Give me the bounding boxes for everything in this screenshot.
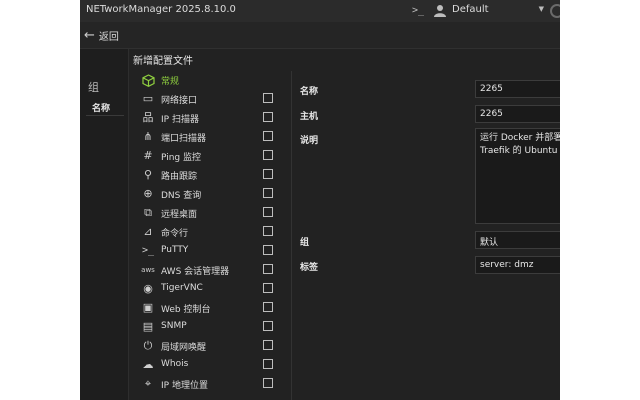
enable-checkbox[interactable] <box>263 207 273 217</box>
ping-monitor-icon: # <box>143 149 153 162</box>
nav-item-ip-scanner[interactable]: 品 IP 扫描器 <box>137 109 287 128</box>
dns-lookup-icon: ⊕ <box>143 187 153 200</box>
nav-item-snmp[interactable]: ▤ SNMP <box>137 318 287 337</box>
group-dropdown[interactable]: 默认 <box>475 231 560 249</box>
snmp-icon: ▤ <box>142 320 154 333</box>
nav-item-label: DNS 查询 <box>161 191 202 201</box>
enable-checkbox[interactable] <box>263 359 273 369</box>
app-window: NETworkManager 2025.8.10.0 >_ Default ▼ … <box>80 0 560 400</box>
nav-item-general[interactable]: 常规 <box>137 71 287 90</box>
map-icon: ⌖ <box>144 377 152 390</box>
powershell-icon: ⊿ <box>143 225 153 238</box>
host-label: 主机 <box>300 112 319 122</box>
profile-dropdown-value: Default <box>452 4 489 15</box>
host-field[interactable]: 2265 <box>475 105 560 123</box>
network-interface-icon: ▭ <box>142 92 154 105</box>
user-icon <box>434 5 446 17</box>
enable-checkbox[interactable] <box>263 321 273 331</box>
traceroute-icon: ⚲ <box>143 168 153 181</box>
settings-icon[interactable] <box>550 4 560 18</box>
nav-item-tigervnc[interactable]: ◉ TigerVNC <box>137 280 287 299</box>
enable-checkbox[interactable] <box>263 226 273 236</box>
general-settings-form: 名称 2265 主机 2265 说明 运行 Docker 并部署 Traefik… <box>292 71 560 400</box>
toolbar: ← 返回 <box>80 22 560 49</box>
enable-checkbox[interactable] <box>263 340 273 350</box>
nav-item-whois[interactable]: ☁ Whois <box>137 356 287 375</box>
nav-item-web-console[interactable]: ▣ Web 控制台 <box>137 299 287 318</box>
name-label: 名称 <box>300 87 319 97</box>
enable-checkbox[interactable] <box>263 378 273 388</box>
enable-checkbox[interactable] <box>263 188 273 198</box>
screenshot-stage: NETworkManager 2025.8.10.0 >_ Default ▼ … <box>0 0 640 400</box>
nav-item-label: 局域网唤醒 <box>161 343 207 353</box>
nav-item-remote-desktop[interactable]: ⧉ 远程桌面 <box>137 204 287 223</box>
enable-checkbox[interactable] <box>263 169 273 179</box>
app-title: NETworkManager 2025.8.10.0 <box>86 4 236 15</box>
group-label: 组 <box>300 238 310 248</box>
group-heading: 组 <box>88 81 99 94</box>
add-profile-dialog: 新增配置文件 常规 ▭ 网络接口 品 IP 扫描器 ⋔ 端口扫描器 # Ping… <box>128 49 560 400</box>
enable-checkbox[interactable] <box>263 93 273 103</box>
ip-scanner-icon: 品 <box>142 111 154 124</box>
tags-label: 标签 <box>300 263 319 273</box>
nav-item-label: 端口扫描器 <box>161 134 207 144</box>
putty-icon: >_ <box>141 245 155 256</box>
nav-item-label: Whois <box>161 359 189 369</box>
description-label: 说明 <box>300 136 319 146</box>
nav-item-label: PuTTY <box>161 245 189 255</box>
nav-item-wake-on-lan[interactable]: ⏻ 局域网唤醒 <box>137 337 287 356</box>
title-bar: NETworkManager 2025.8.10.0 >_ Default ▼ <box>80 0 560 22</box>
aws-icon: aws <box>141 266 155 274</box>
enable-checkbox[interactable] <box>263 131 273 141</box>
profile-section-nav: 常规 ▭ 网络接口 品 IP 扫描器 ⋔ 端口扫描器 # Ping 监控 ⚲ 路… <box>137 71 287 400</box>
nav-item-label: Ping 监控 <box>161 153 202 163</box>
nav-item-label: 命令行 <box>161 229 189 239</box>
enable-checkbox[interactable] <box>263 112 273 122</box>
nav-item-label: IP 扫描器 <box>161 115 199 125</box>
profiles-panel: 组 名称 <box>80 49 128 400</box>
name-column-header[interactable]: 名称 <box>92 101 110 114</box>
power-icon: ⏻ <box>143 339 153 352</box>
nav-item-powershell[interactable]: ⊿ 命令行 <box>137 223 287 242</box>
nav-item-network-interface[interactable]: ▭ 网络接口 <box>137 90 287 109</box>
nav-item-port-scanner[interactable]: ⋔ 端口扫描器 <box>137 128 287 147</box>
command-prompt-icon[interactable]: >_ <box>412 5 424 16</box>
port-scanner-icon: ⋔ <box>143 130 153 143</box>
nav-item-dns-lookup[interactable]: ⊕ DNS 查询 <box>137 185 287 204</box>
profile-dropdown[interactable]: Default ▼ <box>450 3 546 19</box>
enable-checkbox[interactable] <box>263 150 273 160</box>
cloud-icon: ☁ <box>142 358 154 371</box>
nav-item-label: 常规 <box>161 77 180 87</box>
cube-icon <box>141 73 155 87</box>
arrow-left-icon: ← <box>84 27 95 43</box>
nav-item-putty[interactable]: >_ PuTTY <box>137 242 287 261</box>
nav-item-label: TigerVNC <box>161 283 203 293</box>
remote-desktop-icon: ⧉ <box>144 206 152 219</box>
nav-item-traceroute[interactable]: ⚲ 路由跟踪 <box>137 166 287 185</box>
nav-item-label: Web 控制台 <box>161 305 211 315</box>
nav-item-label: SNMP <box>161 321 187 331</box>
dialog-title: 新增配置文件 <box>133 56 193 67</box>
enable-checkbox[interactable] <box>263 302 273 312</box>
column-divider <box>86 115 124 116</box>
enable-checkbox[interactable] <box>263 245 273 255</box>
description-field[interactable]: 运行 Docker 并部署 Traefik 的 Ubuntu Se <box>475 128 560 224</box>
back-button-label: 返回 <box>98 31 119 43</box>
tags-field[interactable]: server: dmz <box>475 256 560 274</box>
nav-item-aws-session-manager[interactable]: aws AWS 会话管理器 <box>137 261 287 280</box>
nav-item-label: IP 地理位置 <box>161 381 208 391</box>
web-console-icon: ▣ <box>142 301 154 314</box>
nav-item-label: 远程桌面 <box>161 210 198 220</box>
enable-checkbox[interactable] <box>263 264 273 274</box>
back-button[interactable]: ← 返回 <box>84 26 119 44</box>
nav-item-label: 路由跟踪 <box>161 172 198 182</box>
enable-checkbox[interactable] <box>263 283 273 293</box>
chevron-down-icon: ▼ <box>538 5 544 13</box>
nav-item-ping-monitor[interactable]: # Ping 监控 <box>137 147 287 166</box>
nav-item-ip-geolocation[interactable]: ⌖ IP 地理位置 <box>137 375 287 394</box>
nav-item-label: 网络接口 <box>161 96 198 106</box>
nav-item-label: AWS 会话管理器 <box>161 267 230 277</box>
eye-icon: ◉ <box>143 282 153 295</box>
name-field[interactable]: 2265 <box>475 80 560 98</box>
